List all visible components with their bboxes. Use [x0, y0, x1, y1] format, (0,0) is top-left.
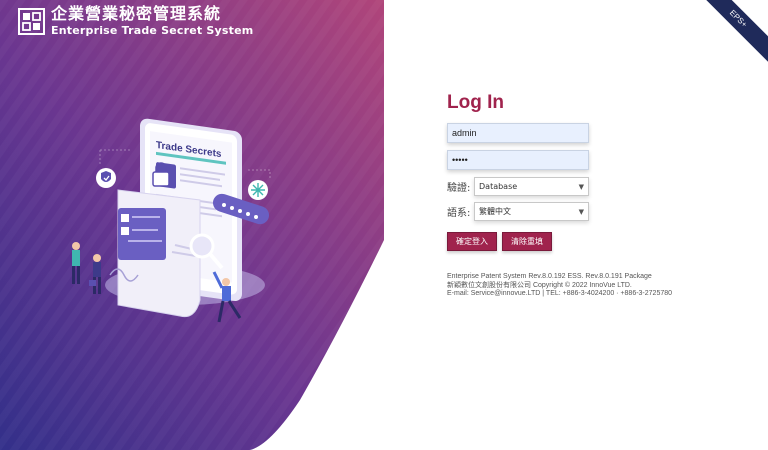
brand-logo-icon: [18, 7, 45, 35]
verify-selected-value: Database: [479, 182, 518, 191]
clear-form-button[interactable]: 清除重填: [502, 232, 552, 251]
shield-icon: [96, 168, 116, 188]
confirm-login-button[interactable]: 確定登入: [447, 232, 497, 251]
footer-contact: E-mail: Service@innovue.LTD | TEL: +886-…: [447, 290, 673, 297]
password-input[interactable]: [447, 150, 589, 170]
language-row: 語系: 繁體中文 ▼: [447, 202, 677, 221]
form-buttons: 確定登入 清除重填: [447, 232, 677, 251]
login-page: Trade Secrets 企業營業秘密管理系統 Enterprise Trad…: [0, 0, 768, 450]
footer-info: Enterprise Patent System Rev.8.0.192 ESS…: [447, 273, 677, 299]
footer-version: Enterprise Patent System Rev.8.0.192 ESS…: [447, 273, 652, 280]
corner-ribbon: EPS+: [688, 0, 768, 80]
brand-title-en: Enterprise Trade Secret System: [51, 24, 254, 37]
login-form: Log In 驗證: Database ▼ 語系: 繁體中文 ▼ 確定登入 清除…: [447, 92, 677, 299]
language-select[interactable]: 繁體中文 ▼: [474, 202, 589, 221]
verify-select[interactable]: Database ▼: [474, 177, 589, 196]
login-title: Log In: [447, 92, 504, 113]
language-selected-value: 繁體中文: [479, 207, 511, 216]
verify-row: 驗證: Database ▼: [447, 177, 677, 196]
snowflake-icon: [248, 180, 268, 200]
chevron-down-icon: ▼: [578, 182, 584, 191]
ribbon-label: EPS+: [689, 0, 768, 68]
username-input[interactable]: [447, 123, 589, 143]
verify-label: 驗證:: [447, 183, 471, 194]
chevron-down-icon: ▼: [578, 207, 584, 216]
footer-copyright: 新穎數位文創股份有限公司 Copyright © 2022 InnoVue LT…: [447, 281, 632, 289]
language-label: 語系:: [447, 208, 471, 219]
brand: 企業營業秘密管理系統 Enterprise Trade Secret Syste…: [18, 6, 253, 36]
brand-title-zh: 企業營業秘密管理系統: [51, 4, 222, 23]
